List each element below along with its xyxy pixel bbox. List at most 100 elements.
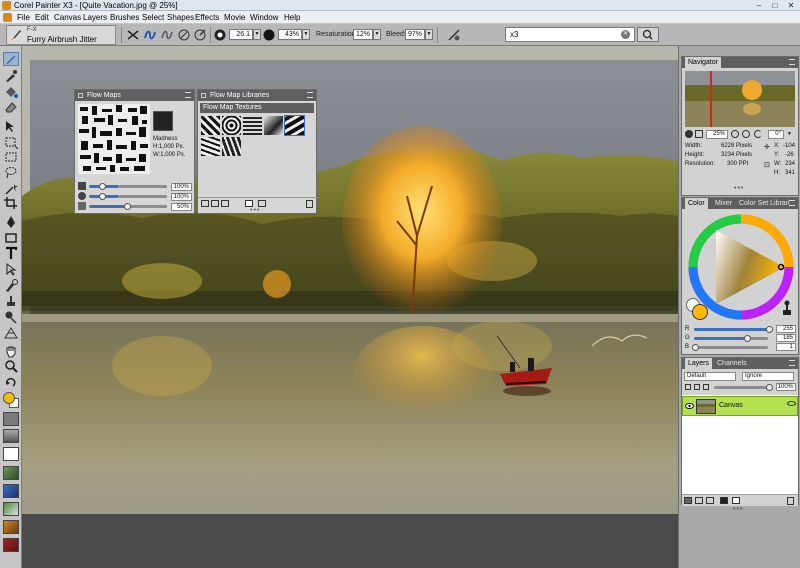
tab-navigator[interactable]: Navigator — [685, 57, 721, 68]
main-color-swatch[interactable] — [3, 392, 19, 408]
g-value[interactable]: 185 — [776, 334, 796, 342]
r-slider-knob[interactable] — [766, 326, 773, 333]
pattern-selector-icon[interactable] — [3, 484, 19, 498]
flow-slider-2-track[interactable] — [119, 195, 167, 198]
stamp-tool-icon[interactable] — [3, 294, 19, 308]
navigator-options-icon[interactable] — [685, 130, 693, 138]
gradient-selector-icon[interactable] — [3, 466, 19, 480]
pick-up-underlying-color-icon[interactable] — [703, 384, 709, 390]
brush-selector[interactable]: F-X Furry Airbrush Jitter — [6, 25, 116, 45]
flow-map-thumb-1[interactable] — [201, 116, 220, 135]
dodge-tool-icon[interactable] — [3, 310, 19, 324]
flow-map-libraries-header[interactable]: Flow Map Libraries — [198, 90, 316, 101]
layers-menu[interactable] — [789, 360, 795, 366]
menu-window[interactable]: Window — [250, 11, 278, 24]
menu-brushes[interactable]: Brushes — [110, 11, 139, 24]
delete-flow-map-icon[interactable] — [306, 200, 313, 208]
stroke-type-icon[interactable] — [143, 28, 157, 42]
color-swatches[interactable] — [686, 298, 708, 320]
selected-flow-map-thumb[interactable] — [153, 111, 173, 131]
stroke-curve-icon[interactable] — [160, 28, 174, 42]
fit-screen-icon[interactable] — [695, 130, 703, 138]
layer-group-icon[interactable] — [706, 497, 714, 504]
flow-map-thumb-5[interactable] — [284, 115, 305, 136]
new-flow-map-icon[interactable] — [245, 200, 253, 207]
crop-tool-icon[interactable] — [3, 196, 19, 210]
layer-row-canvas[interactable]: Canvas — [682, 396, 798, 416]
menu-help[interactable]: Help — [284, 11, 300, 24]
zoom-in-icon[interactable] — [742, 130, 750, 138]
new-layer-icon[interactable] — [732, 497, 740, 504]
document-menu-icon[interactable] — [3, 13, 12, 22]
text-tool-icon[interactable] — [3, 246, 19, 260]
flow-map-selector-icon[interactable] — [3, 429, 19, 443]
flow-slider-1-knob[interactable] — [99, 183, 106, 190]
transform-tool-icon[interactable] — [3, 135, 19, 149]
menu-canvas[interactable]: Canvas — [54, 11, 81, 24]
brush-options-icon[interactable] — [447, 28, 461, 42]
export-icon[interactable] — [211, 200, 219, 207]
resaturation-dropdown[interactable]: ▼ — [373, 29, 381, 40]
flow-map-thumb-3[interactable] — [243, 116, 262, 135]
opacity-field[interactable]: 43% — [278, 29, 302, 40]
size-field[interactable]: 26.1 — [229, 29, 253, 40]
flow-slider-3-track[interactable] — [127, 205, 167, 208]
layer-opacity-knob[interactable] — [766, 384, 773, 391]
b-value[interactable]: 1 — [776, 343, 796, 351]
zoom-out-icon[interactable] — [731, 130, 739, 138]
layer-opacity-track[interactable] — [714, 386, 770, 389]
tab-color-set-libraries[interactable]: Color Set Librari — [736, 198, 793, 209]
rectangle-shape-tool-icon[interactable] — [3, 231, 19, 245]
look-selector-icon[interactable] — [3, 520, 19, 534]
layer-commands-icon[interactable] — [684, 497, 692, 504]
import-icon[interactable] — [201, 200, 209, 207]
minimize-button[interactable]: – — [752, 1, 766, 10]
weave-selector-icon[interactable] — [3, 538, 19, 552]
opacity-dropdown[interactable]: ▼ — [302, 29, 310, 40]
brush-tracking-icon[interactable] — [126, 28, 140, 42]
preserve-transparency-icon[interactable] — [694, 384, 700, 390]
bleed-dropdown[interactable]: ▼ — [425, 29, 433, 40]
flow-map-thumb-2[interactable] — [222, 116, 241, 135]
layer-opacity-value[interactable]: 100% — [776, 383, 796, 391]
r-value[interactable]: 255 — [776, 325, 796, 333]
eraser-tool-icon[interactable] — [3, 100, 19, 114]
navigator-thumbnail[interactable] — [685, 71, 795, 127]
flow-maps-header[interactable]: Flow Maps — [75, 90, 194, 101]
rotation-dropdown[interactable]: ▼ — [786, 130, 793, 139]
paint-bucket-tool-icon[interactable] — [3, 85, 19, 99]
flow-slider-3-knob[interactable] — [124, 203, 131, 210]
menu-select[interactable]: Select — [142, 11, 164, 24]
color-menu[interactable] — [789, 200, 795, 206]
create-layer-mask-icon[interactable] — [720, 497, 728, 504]
search-button[interactable] — [637, 27, 659, 42]
zoom-field[interactable]: 25% — [706, 130, 728, 139]
library-view-icon[interactable] — [221, 200, 229, 207]
delete-layer-icon[interactable] — [787, 497, 794, 505]
g-slider-track[interactable] — [748, 337, 768, 340]
grabber-tool-icon[interactable] — [3, 344, 19, 358]
paper-selector-icon[interactable] — [3, 412, 19, 426]
menu-effects[interactable]: Effects — [195, 11, 219, 24]
flow-map-thumb-4[interactable] — [264, 116, 283, 135]
flow-map-thumb-7[interactable] — [222, 137, 241, 156]
brush-tool-icon[interactable] — [3, 52, 19, 66]
rotate-page-tool-icon[interactable] — [3, 375, 19, 389]
library-name[interactable]: Flow Map Textures — [200, 103, 314, 113]
b-slider-track[interactable] — [694, 346, 768, 349]
clear-search-icon[interactable]: ✕ — [621, 30, 630, 39]
tab-color[interactable]: Color — [685, 198, 708, 209]
pen-tool-icon[interactable] — [3, 215, 19, 229]
tab-layers[interactable]: Layers — [685, 358, 713, 369]
menu-layers[interactable]: Layers — [83, 11, 107, 24]
maximize-button[interactable]: □ — [768, 1, 782, 10]
nozzle-selector-icon[interactable] — [3, 502, 19, 516]
tab-mixer[interactable]: Mixer — [712, 198, 735, 209]
bleed-field[interactable]: 97% — [405, 29, 425, 40]
size-dropdown[interactable]: ▼ — [253, 29, 261, 40]
flow-slider-2-value[interactable]: 100% — [171, 193, 192, 201]
b-slider-knob[interactable] — [692, 344, 699, 351]
flow-slider-3-value[interactable]: 50% — [171, 203, 192, 211]
menu-edit[interactable]: Edit — [35, 11, 49, 24]
rotation-field[interactable]: 0° — [768, 130, 784, 139]
